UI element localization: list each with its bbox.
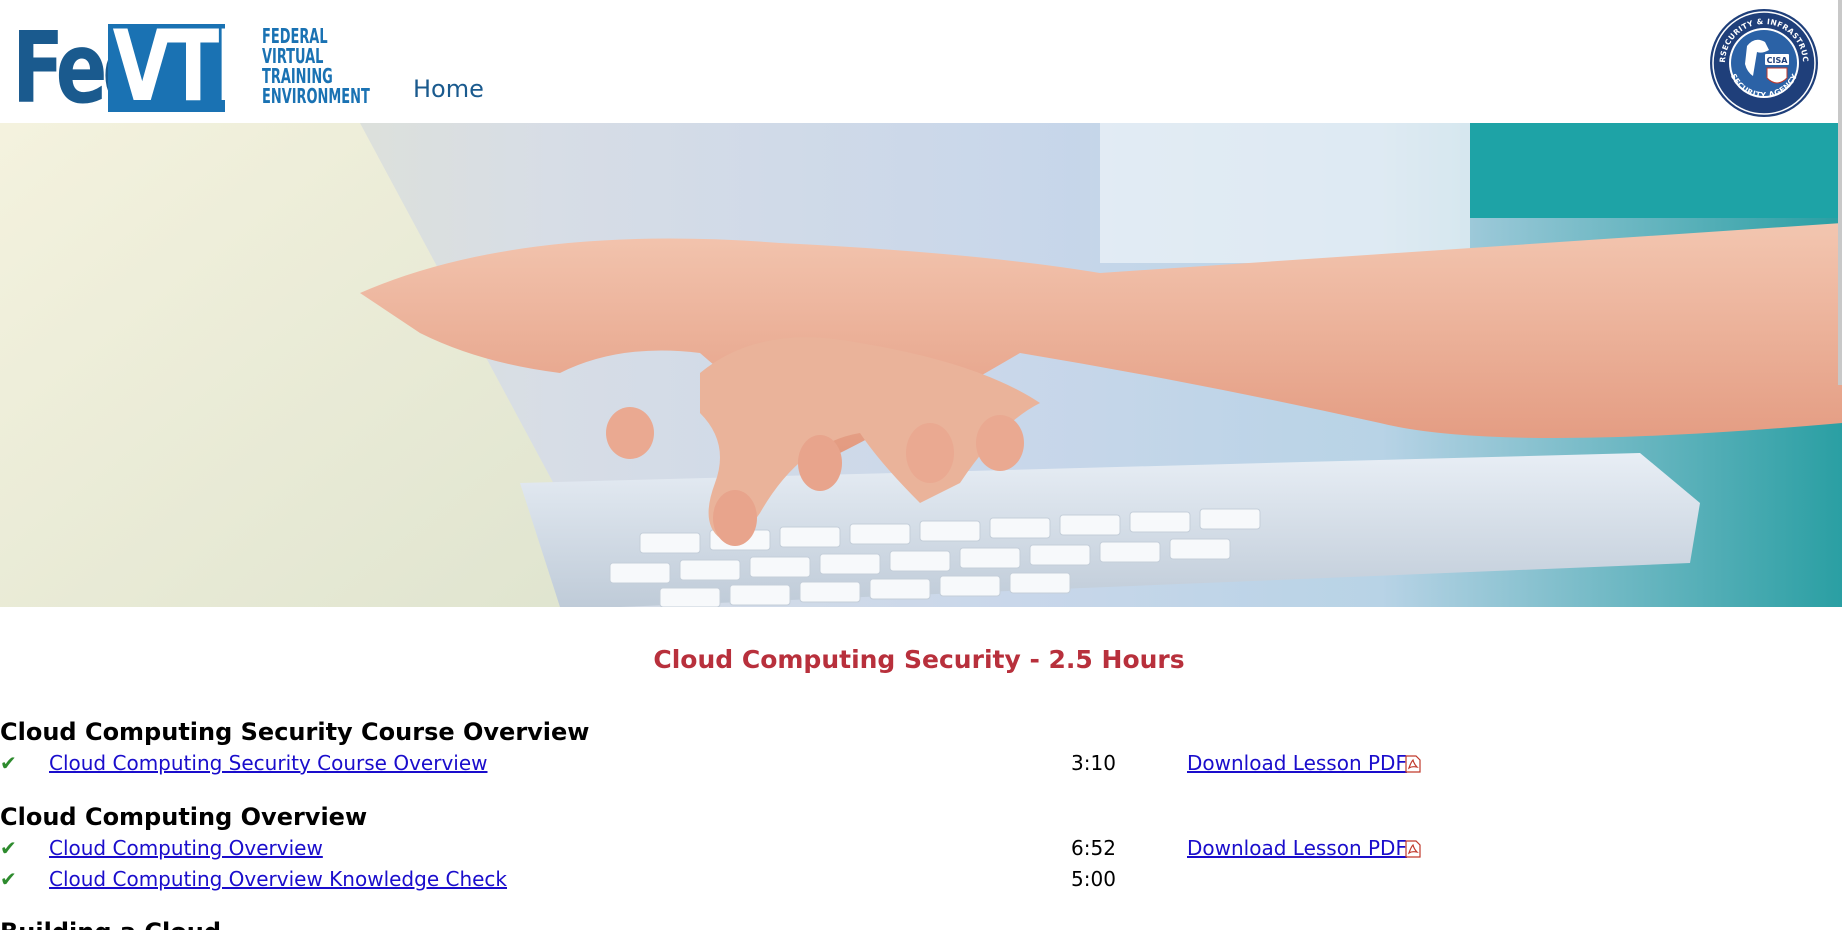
page: Fed VTE FEDERAL VIRTUAL TRAINING ENVIRON… [0, 0, 1842, 930]
page-scrollbar[interactable] [1838, 0, 1842, 385]
pdf-icon[interactable] [1405, 840, 1421, 858]
lesson-duration: 6:52 [1071, 836, 1116, 860]
lesson-link[interactable]: Cloud Computing Security Course Overview [49, 751, 488, 775]
lesson-row: ✔ Cloud Computing Security Course Overvi… [0, 748, 1600, 779]
lesson-row: ✔ Cloud Computing Overview Knowledge Che… [0, 864, 1600, 895]
checkmark-icon: ✔ [0, 836, 17, 860]
logo-tagline-line: FEDERAL [262, 24, 328, 48]
logo-tagline-line: VIRTUAL [262, 44, 324, 68]
logo-tagline: FEDERAL VIRTUAL TRAINING ENVIRONMENT [262, 26, 370, 106]
site-header: Fed VTE FEDERAL VIRTUAL TRAINING ENVIRON… [0, 0, 1842, 123]
checkmark-icon: ✔ [0, 751, 17, 775]
course-title: Cloud Computing Security - 2.5 Hours [653, 645, 1185, 674]
checkmark-icon: ✔ [0, 867, 17, 891]
section-title: Cloud Computing Security Course Overview [0, 718, 590, 746]
nav-home-link[interactable]: Home [413, 75, 484, 103]
logo-wordmark-vte: VTE [108, 18, 267, 116]
logo-tagline-line: TRAINING [262, 64, 333, 88]
cisa-seal-icon[interactable]: CYBERSECURITY & INFRASTRUCTURE SECURITY … [1707, 6, 1821, 120]
section-title: Building a Cloud [0, 916, 1600, 930]
logo-wordmark-fed: Fed [12, 12, 157, 126]
lesson-row: ✔ Cloud Computing Overview 6:52 Download… [0, 833, 1600, 864]
course-section: Cloud Computing Overview ✔ Cloud Computi… [0, 801, 1600, 895]
seal-center-text: CISA [1767, 56, 1789, 65]
lesson-duration: 3:10 [1071, 751, 1116, 775]
lesson-duration: 5:00 [1071, 867, 1116, 891]
course-section: Building a Cloud [0, 916, 1600, 930]
lesson-link[interactable]: Cloud Computing Overview [49, 836, 323, 860]
download-pdf-link[interactable]: Download Lesson PDF [1187, 836, 1407, 860]
logo-tagline-line: ENVIRONMENT [262, 84, 370, 108]
hero-banner-image [0, 123, 1842, 607]
pdf-icon[interactable] [1405, 755, 1421, 773]
fedvte-logo[interactable]: Fed VTE FEDERAL VIRTUAL TRAINING ENVIRON… [12, 12, 370, 126]
section-title: Cloud Computing Overview [0, 803, 368, 831]
download-pdf-link[interactable]: Download Lesson PDF [1187, 751, 1407, 775]
lesson-link[interactable]: Cloud Computing Overview Knowledge Check [49, 867, 507, 891]
course-section: Cloud Computing Security Course Overview… [0, 716, 1600, 779]
